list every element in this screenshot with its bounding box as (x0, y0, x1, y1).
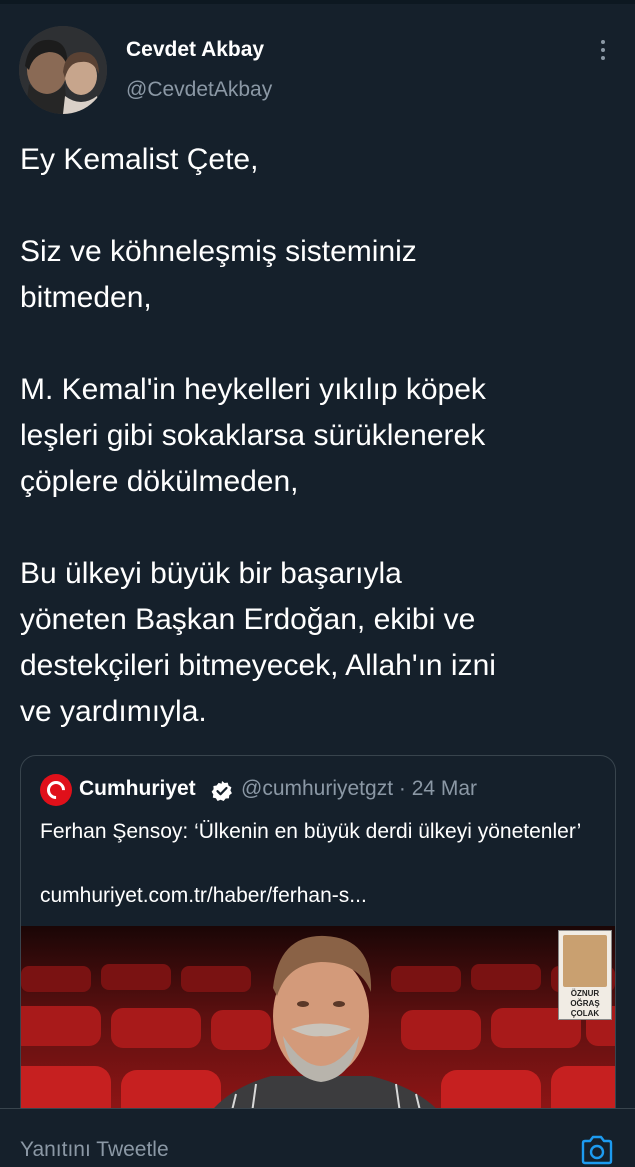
author-handle[interactable]: @CevdetAkbay (126, 78, 272, 102)
avatar[interactable] (19, 26, 107, 114)
verified-badge-icon (211, 781, 232, 801)
reply-input[interactable]: Yanıtını Tweetle (20, 1138, 169, 1162)
more-vertical-icon[interactable] (597, 40, 609, 66)
tweet-text: Ey Kemalist Çete, Siz ve köhneleşmiş sis… (20, 143, 496, 728)
author-stamp-photo (563, 935, 607, 987)
camera-icon[interactable] (580, 1135, 614, 1165)
quoted-handle-date: @cumhuriyetgzt · 24 Mar (241, 777, 478, 800)
quoted-author-name: Cumhuriyet (79, 777, 196, 800)
quoted-link[interactable]: cumhuriyet.com.tr/haber/ferhan-s... (40, 884, 367, 908)
quoted-tweet-card[interactable]: Cumhuriyet @cumhuriyetgzt · 24 Mar Ferha… (20, 755, 616, 1157)
author-stamp-name: ÖZNUR OĞRAŞ ÇOLAK (570, 989, 600, 1018)
author-stamp: ÖZNUR OĞRAŞ ÇOLAK (558, 930, 612, 1020)
author-name[interactable]: Cevdet Akbay (126, 38, 264, 62)
quoted-headline: Ferhan Şensoy: ‘Ülkenin en büyük derdi ü… (40, 820, 582, 843)
cumhuriyet-logo-icon (40, 774, 72, 806)
top-divider (0, 0, 635, 4)
